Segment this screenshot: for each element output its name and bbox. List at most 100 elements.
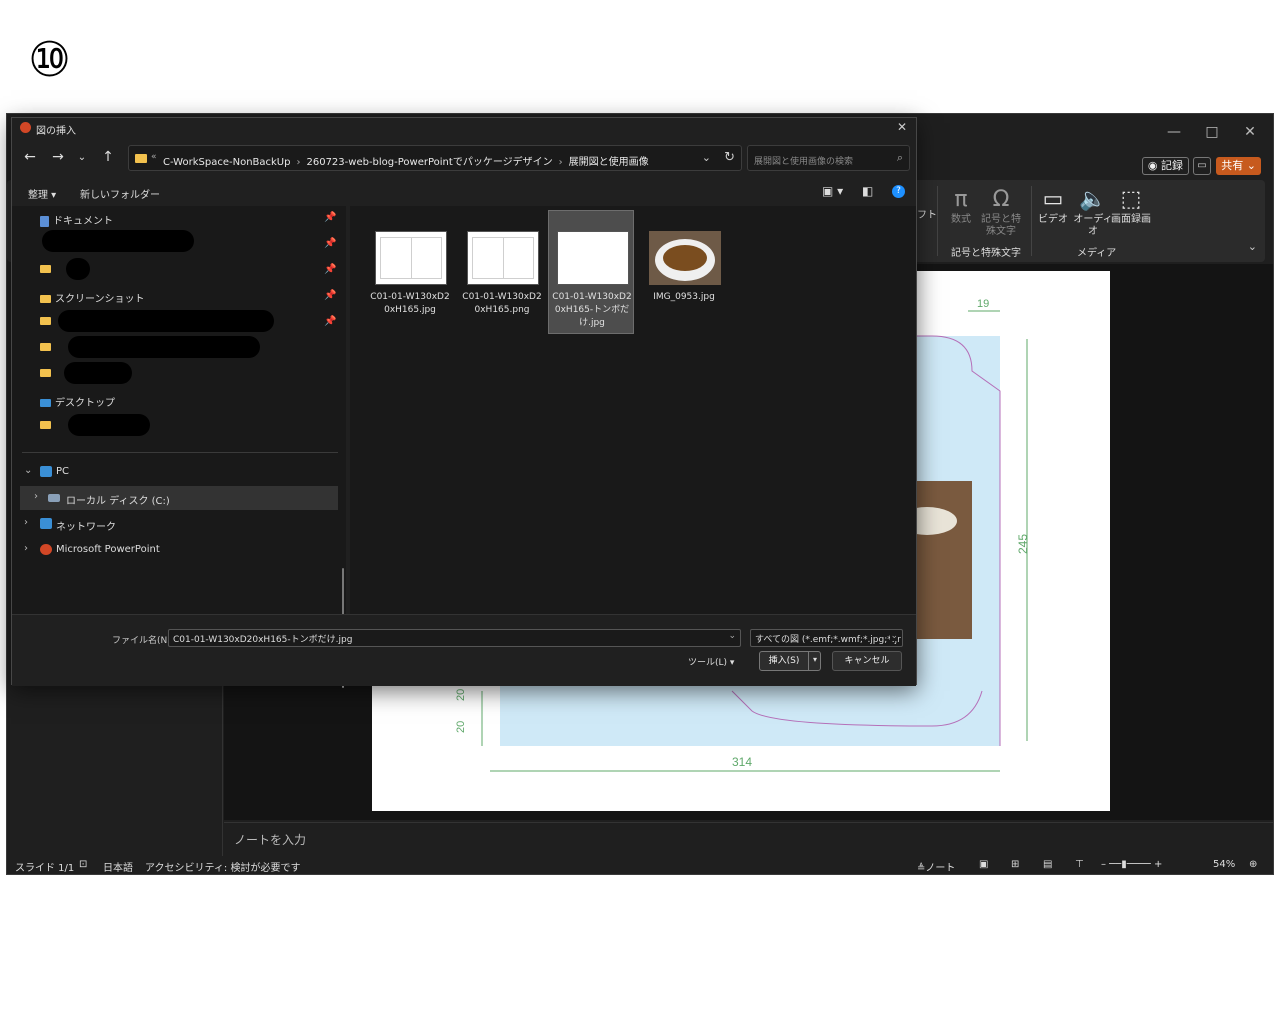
insert-options-dropdown[interactable]: ▾ — [808, 651, 821, 671]
notes-toggle[interactable]: ≜ノート — [917, 859, 955, 874]
powerpoint-app-icon — [20, 122, 31, 133]
maximize-button[interactable]: □ — [1197, 124, 1227, 140]
recent-locations-icon[interactable]: ⌄ — [72, 152, 92, 163]
chevron-down-icon[interactable]: ⌄ — [728, 631, 736, 641]
quick-access-item[interactable]: ドキュメント 📌 — [40, 212, 336, 230]
close-icon[interactable]: ✕ — [894, 120, 910, 134]
ribbon-separator — [1031, 186, 1032, 256]
folder-icon — [40, 369, 51, 377]
tree-item-local-disk[interactable]: › ローカル ディスク (C:) — [20, 486, 338, 510]
pin-icon[interactable]: 📌 — [324, 238, 336, 249]
refresh-icon[interactable]: ↻ — [724, 150, 735, 165]
quick-access-item[interactable] — [40, 368, 55, 386]
file-thumbnail — [375, 231, 447, 285]
zoom-slider[interactable]: – ──▮──── + — [1101, 859, 1162, 870]
equation-button[interactable]: π 数式 — [941, 186, 981, 226]
insert-picture-dialog: 図の挿入 ✕ ← → ⌄ ↑ « C-WorkSpace-NonBackUp › 2… — [11, 117, 917, 688]
file-tile[interactable]: C01-01-W130xD20xH165.jpg — [366, 210, 452, 334]
close-window-button[interactable]: ✕ — [1235, 124, 1265, 140]
breadcrumb-item[interactable]: 260723-web-blog-PowerPointでパッケージデザイン — [306, 157, 552, 168]
accessibility-status[interactable]: アクセシビリティ: 検討が必要です — [145, 859, 300, 874]
screen-recording-label: 画面録画 — [1111, 214, 1151, 225]
navigation-pane: ドキュメント 📌 📌 📌 スクリーンショット 📌 📌 デスクトップ ⌄ PC ›… — [12, 206, 346, 688]
address-bar[interactable]: « C-WorkSpace-NonBackUp › 260723-web-blog-… — [128, 145, 742, 171]
pin-icon[interactable]: 📌 — [324, 212, 336, 223]
up-arrow-icon[interactable]: ↑ — [98, 149, 118, 165]
chevron-right-icon[interactable]: › — [24, 517, 28, 528]
audio-button[interactable]: 🔈 オーディオ — [1073, 186, 1113, 238]
forward-arrow-icon[interactable]: → — [48, 149, 68, 165]
chevron-right-icon[interactable]: › — [24, 543, 28, 554]
slide-sorter-icon[interactable]: ⊞ — [1011, 859, 1019, 870]
fit-slide-icon[interactable]: ⊕ — [1249, 859, 1257, 870]
new-folder-button[interactable]: 新しいフォルダー — [80, 186, 160, 201]
quick-access-item[interactable] — [40, 420, 55, 438]
quick-access-item[interactable]: 📌 — [40, 264, 336, 282]
document-icon — [40, 215, 49, 227]
folder-icon — [40, 295, 51, 303]
file-tile-selected[interactable]: C01-01-W130xD20xH165-トンボだけ.jpg — [548, 210, 634, 334]
ribbon-separator — [937, 186, 938, 256]
dialog-footer: ファイル名(N): C01-01-W130xD20xH165-トンボだけ.jpg… — [12, 614, 916, 686]
dieline-preview — [472, 237, 534, 279]
quick-access-item[interactable]: 📌 — [40, 316, 336, 334]
chevron-down-icon[interactable]: ⌄ — [890, 631, 898, 641]
tools-button[interactable]: ツール(L) ▾ — [688, 655, 734, 668]
file-type-select[interactable]: すべての図 (*.emf;*.wmf;*.jpg;*.jr ⌄ — [750, 629, 903, 647]
zoom-level[interactable]: 54% — [1213, 859, 1235, 870]
record-button[interactable]: ◉ 記録 — [1141, 157, 1189, 175]
spellcheck-icon[interactable]: ⊡ — [79, 859, 87, 870]
chevron-right-icon[interactable]: › — [34, 491, 38, 502]
quick-access-item[interactable] — [40, 342, 55, 360]
tree-item-network[interactable]: › ネットワーク — [20, 512, 338, 536]
breadcrumb-item[interactable]: C-WorkSpace-NonBackUp — [163, 157, 290, 168]
slideshow-icon[interactable]: ⊤ — [1075, 859, 1084, 870]
breadcrumb-item[interactable]: 展開図と使用画像 — [569, 157, 649, 168]
language-indicator[interactable]: 日本語 — [103, 859, 133, 874]
search-placeholder: 展開図と使用画像の検索 — [754, 157, 854, 167]
quick-access-item[interactable]: スクリーンショット 📌 — [40, 290, 336, 308]
margin-dimension-label: 20 — [455, 721, 467, 733]
pin-icon[interactable]: 📌 — [324, 264, 336, 275]
organize-button[interactable]: 整理 ▾ — [28, 186, 56, 201]
file-tile[interactable]: IMG_0953.jpg — [640, 210, 726, 334]
tree-label: PC — [56, 466, 70, 477]
folder-icon — [40, 265, 51, 273]
back-arrow-icon[interactable]: ← — [20, 149, 40, 165]
screen-recording-button[interactable]: ⬚ 画面録画 — [1111, 186, 1151, 226]
chevron-down-icon[interactable]: ⌄ — [1248, 240, 1257, 253]
video-button[interactable]: ▭ ビデオ — [1033, 186, 1073, 226]
tree-label: ローカル ディスク (C:) — [66, 496, 170, 507]
file-name-value: C01-01-W130xD20xH165-トンボだけ.jpg — [173, 635, 353, 645]
share-button[interactable]: 共有 ⌄ — [1216, 157, 1261, 175]
chevron-down-icon[interactable]: ⌄ — [24, 465, 32, 476]
pi-icon: π — [954, 187, 968, 212]
cancel-button[interactable]: キャンセル — [832, 651, 902, 671]
quick-access-item[interactable]: デスクトップ — [40, 394, 115, 412]
chevron-down-icon[interactable]: ⌄ — [702, 151, 711, 164]
redaction-mask — [66, 258, 90, 280]
overflow-chevron-icon[interactable]: « — [151, 152, 157, 162]
comment-icon[interactable]: ▭ — [1193, 157, 1211, 175]
minimize-button[interactable]: — — [1159, 124, 1189, 140]
file-name-field[interactable]: C01-01-W130xD20xH165-トンボだけ.jpg ⌄ — [168, 629, 741, 647]
pin-icon[interactable]: 📌 — [324, 316, 336, 327]
help-icon[interactable]: ? — [892, 185, 905, 198]
view-options-icon[interactable]: ▣ ▾ — [822, 184, 843, 198]
tree-item-powerpoint[interactable]: › Microsoft PowerPoint — [20, 538, 338, 562]
preview-pane-icon[interactable]: ◧ — [862, 184, 873, 198]
screen-record-icon: ⬚ — [1120, 187, 1142, 212]
normal-view-icon[interactable]: ▣ — [979, 859, 988, 870]
search-input[interactable]: 展開図と使用画像の検索 ⌕ — [747, 145, 910, 171]
file-type-value: すべての図 (*.emf;*.wmf;*.jpg;*.jr — [755, 635, 901, 645]
symbol-button[interactable]: Ω 記号と特殊文字 — [981, 186, 1021, 238]
notes-pane[interactable]: ノートを入力 — [224, 822, 1273, 858]
reading-view-icon[interactable]: ▤ — [1043, 859, 1052, 870]
flap-dimension-label: 19 — [977, 298, 989, 310]
tools-label: ツール(L) — [688, 658, 728, 668]
video-label: ビデオ — [1038, 214, 1068, 225]
powerpoint-icon — [40, 544, 52, 555]
tree-item-pc[interactable]: ⌄ PC — [20, 460, 338, 484]
pin-icon[interactable]: 📌 — [324, 290, 336, 301]
file-tile[interactable]: C01-01-W130xD20xH165.png — [458, 210, 544, 334]
